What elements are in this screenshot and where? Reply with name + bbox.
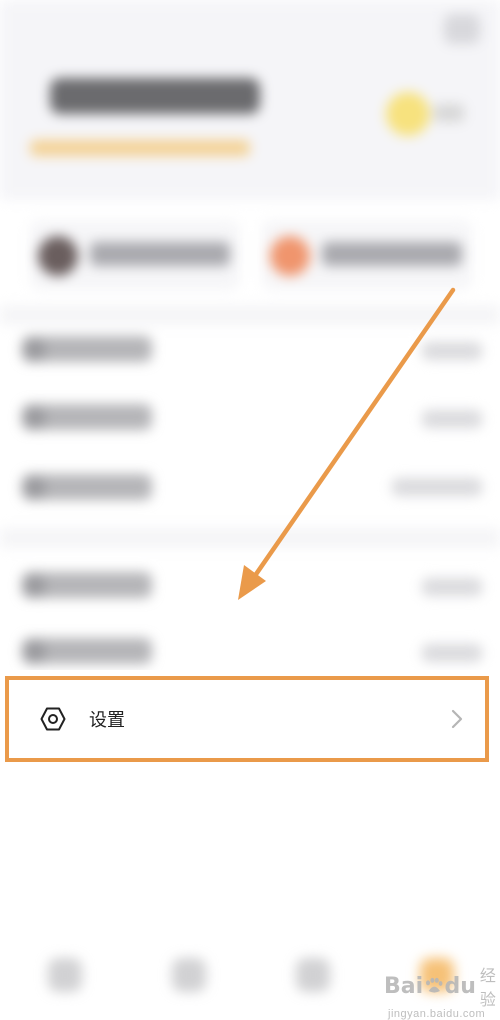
nav-tab-home[interactable]: [48, 958, 82, 992]
member-info-blurred: [30, 140, 250, 156]
feature-card-icon: [38, 236, 78, 276]
menu-item-value-blurred: [422, 342, 482, 360]
menu-item-blurred[interactable]: [22, 572, 152, 598]
feature-card-icon: [270, 236, 310, 276]
settings-menu-item[interactable]: 设置: [15, 690, 483, 748]
feature-card-left[interactable]: [30, 220, 240, 290]
baidu-jingyan-watermark: Bai du 经验 jingyan.baidu.com: [384, 962, 500, 1020]
chevron-right-icon: [447, 707, 467, 731]
settings-gear-icon: [33, 699, 73, 739]
menu-item-blurred[interactable]: [22, 404, 152, 430]
menu-item-value-blurred: [422, 410, 482, 428]
menu-item-value-blurred: [392, 478, 482, 496]
nav-tab-third[interactable]: [296, 958, 330, 992]
nav-tab-second[interactable]: [172, 958, 206, 992]
section-divider: [0, 305, 500, 325]
menu-item-value-blurred: [422, 644, 482, 662]
watermark-brand-left: Bai: [384, 973, 424, 999]
watermark-brand-suffix: 经验: [479, 968, 496, 1009]
feature-card-label-blurred: [90, 242, 230, 266]
menu-item-value-blurred: [422, 578, 482, 596]
feature-card-right[interactable]: [262, 220, 472, 290]
coin-label-blurred: [434, 104, 464, 122]
settings-label: 设置: [89, 710, 125, 730]
menu-item-blurred[interactable]: [22, 474, 152, 500]
feature-card-label-blurred: [322, 242, 462, 266]
username-blurred: [50, 78, 260, 114]
baidu-paw-icon: [426, 977, 443, 993]
menu-item-blurred[interactable]: [22, 638, 152, 664]
section-divider: [0, 528, 500, 548]
watermark-brand-right: du: [444, 973, 476, 999]
coin-icon[interactable]: [386, 92, 430, 136]
menu-item-blurred[interactable]: [22, 336, 152, 362]
watermark-url: jingyan.baidu.com: [388, 1008, 486, 1020]
settings-highlight-box: 设置: [5, 676, 489, 762]
message-icon[interactable]: [444, 14, 480, 44]
blurred-profile-area: [0, 0, 500, 670]
